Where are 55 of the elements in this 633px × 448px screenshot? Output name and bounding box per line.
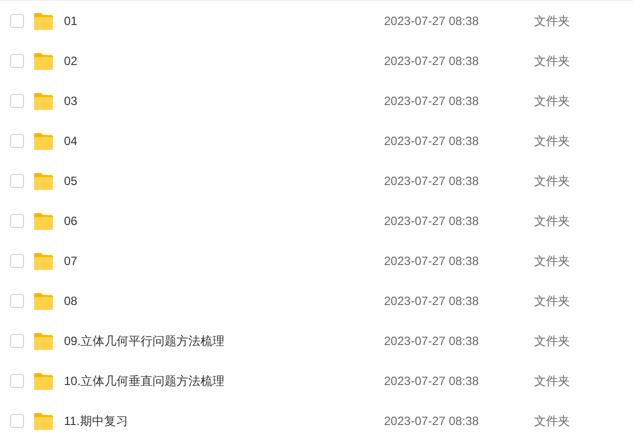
modified-date: 2023-07-27 08:38 bbox=[384, 53, 480, 70]
folder-icon bbox=[33, 12, 54, 30]
file-name[interactable]: 09.立体几何平行问题方法梳理 bbox=[64, 332, 384, 350]
file-type: 文件夹 bbox=[534, 13, 570, 30]
row-checkbox[interactable] bbox=[10, 414, 24, 428]
row-checkbox[interactable] bbox=[10, 214, 24, 228]
row-checkbox[interactable] bbox=[10, 14, 24, 28]
modified-date: 2023-07-27 08:38 bbox=[384, 333, 480, 350]
file-type: 文件夹 bbox=[534, 133, 570, 150]
row-checkbox[interactable] bbox=[10, 294, 24, 308]
folder-icon bbox=[33, 252, 54, 270]
file-name[interactable]: 01 bbox=[64, 12, 384, 30]
folder-icon bbox=[33, 92, 54, 110]
row-checkbox[interactable] bbox=[10, 334, 24, 348]
file-type: 文件夹 bbox=[534, 93, 570, 110]
folder-icon bbox=[33, 132, 54, 150]
file-name[interactable]: 06 bbox=[64, 212, 384, 230]
folder-icon bbox=[33, 172, 54, 190]
row-checkbox[interactable] bbox=[10, 174, 24, 188]
folder-icon bbox=[33, 372, 54, 390]
folder-icon bbox=[33, 292, 54, 310]
modified-date: 2023-07-27 08:38 bbox=[384, 253, 480, 270]
file-type: 文件夹 bbox=[534, 53, 570, 70]
modified-date: 2023-07-27 08:38 bbox=[384, 173, 480, 190]
file-name[interactable]: 08 bbox=[64, 292, 384, 310]
row-checkbox[interactable] bbox=[10, 374, 24, 388]
row-checkbox[interactable] bbox=[10, 134, 24, 148]
file-name[interactable]: 05 bbox=[64, 172, 384, 190]
file-type: 文件夹 bbox=[534, 293, 570, 310]
folder-icon bbox=[33, 412, 54, 430]
row-checkbox[interactable] bbox=[10, 54, 24, 68]
modified-date: 2023-07-27 08:38 bbox=[384, 93, 480, 110]
file-type: 文件夹 bbox=[534, 213, 570, 230]
file-type: 文件夹 bbox=[534, 413, 570, 430]
folder-icon bbox=[33, 212, 54, 230]
file-name[interactable]: 11.期中复习 bbox=[64, 412, 384, 430]
file-name[interactable]: 03 bbox=[64, 92, 384, 110]
modified-date: 2023-07-27 08:38 bbox=[384, 413, 480, 430]
folder-icon bbox=[33, 332, 54, 350]
row-checkbox[interactable] bbox=[10, 254, 24, 268]
file-name[interactable]: 04 bbox=[64, 132, 384, 150]
modified-date: 2023-07-27 08:38 bbox=[384, 373, 480, 390]
file-name[interactable]: 10.立体几何垂直问题方法梳理 bbox=[64, 372, 384, 390]
folder-icon bbox=[33, 52, 54, 70]
file-type: 文件夹 bbox=[534, 253, 570, 270]
file-name[interactable]: 02 bbox=[64, 52, 384, 70]
modified-date: 2023-07-27 08:38 bbox=[384, 213, 480, 230]
modified-date: 2023-07-27 08:38 bbox=[384, 133, 480, 150]
file-type: 文件夹 bbox=[534, 373, 570, 390]
file-name[interactable]: 07 bbox=[64, 252, 384, 270]
modified-date: 2023-07-27 08:38 bbox=[384, 293, 480, 310]
row-checkbox[interactable] bbox=[10, 94, 24, 108]
file-type: 文件夹 bbox=[534, 173, 570, 190]
modified-date: 2023-07-27 08:38 bbox=[384, 13, 480, 30]
file-type: 文件夹 bbox=[534, 333, 570, 350]
